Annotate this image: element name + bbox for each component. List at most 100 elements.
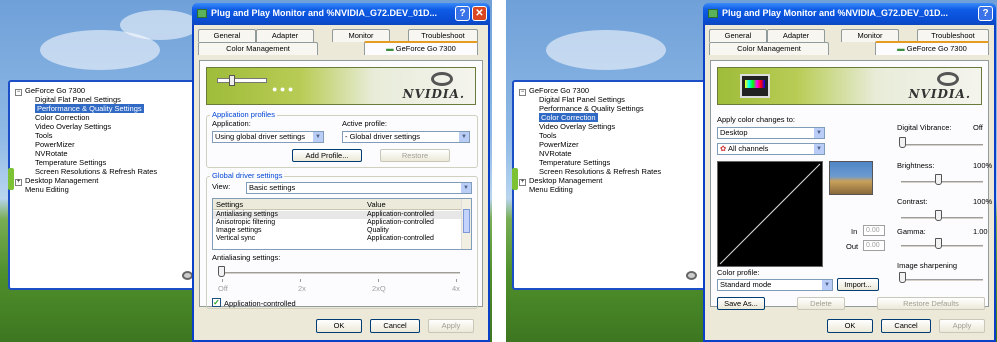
tree-item-digital-flat-panel[interactable]: Digital Flat Panel Settings — [539, 95, 625, 104]
tree-item-performance-quality[interactable]: Performance & Quality Settings — [539, 104, 644, 113]
collapse-icon[interactable]: − — [519, 89, 526, 96]
tree-menu-editing[interactable]: Menu Editing — [25, 185, 69, 194]
tree-item-screen-resolutions[interactable]: Screen Resolutions & Refresh Rates — [539, 167, 661, 176]
application-select[interactable]: Using global driver settings ▼ — [212, 131, 324, 143]
chevron-down-icon[interactable]: ▼ — [458, 132, 469, 142]
tree-item-video-overlay[interactable]: Video Overlay Settings — [539, 122, 615, 131]
apply-button[interactable]: Apply — [428, 319, 474, 333]
gamma-knob[interactable] — [935, 238, 942, 249]
image-sharpening-slider[interactable] — [901, 279, 983, 281]
nvidia-banner: ● ● ● NVIDIA. — [206, 67, 476, 105]
help-button[interactable]: ? — [978, 6, 993, 21]
header-value[interactable]: Value — [367, 200, 386, 209]
tree-item-nvrotate[interactable]: NVRotate — [35, 149, 68, 158]
expand-icon[interactable]: + — [15, 179, 22, 186]
gamma-slider[interactable] — [901, 245, 983, 247]
add-profile-button[interactable]: Add Profile... — [292, 149, 362, 162]
tab-adapter[interactable]: Adapter — [767, 29, 825, 42]
restore-button[interactable]: Restore — [380, 149, 450, 162]
tab-geforce[interactable]: ▬ GeForce Go 7300 — [364, 41, 478, 55]
application-profiles-title: Application profiles — [210, 110, 277, 119]
tree-item-powermizer[interactable]: PowerMizer — [35, 140, 75, 149]
title-bar[interactable]: Plug and Play Monitor and %NVIDIA_G72.DE… — [703, 3, 996, 25]
tab-color-management[interactable]: Color Management — [709, 42, 829, 55]
tab-general[interactable]: General — [709, 29, 767, 42]
tree-item-tools[interactable]: Tools — [35, 131, 53, 140]
color-curve — [719, 163, 821, 265]
image-sharpening-knob[interactable] — [899, 272, 906, 283]
tab-color-management[interactable]: Color Management — [198, 42, 318, 55]
brightness-slider[interactable] — [901, 181, 983, 183]
close-button[interactable]: ✕ — [472, 6, 487, 21]
tab-adapter[interactable]: Adapter — [256, 29, 314, 42]
tree-item-temperature[interactable]: Temperature Settings — [35, 158, 106, 167]
tick-2xq: 2xQ — [372, 284, 386, 293]
expand-icon[interactable]: + — [519, 179, 526, 186]
slider-graphic — [217, 78, 267, 83]
list-scrollbar[interactable] — [461, 199, 471, 249]
ok-button[interactable]: OK — [316, 319, 362, 333]
display-properties-window: Plug and Play Monitor and %NVIDIA_G72.DE… — [703, 3, 996, 342]
tree-item-screen-resolutions[interactable]: Screen Resolutions & Refresh Rates — [35, 167, 157, 176]
tree-item-color-correction[interactable]: Color Correction — [539, 113, 598, 122]
save-as-button[interactable]: Save As... — [717, 297, 765, 310]
tree-menu-editing[interactable]: Menu Editing — [529, 185, 573, 194]
help-button[interactable]: ? — [455, 6, 470, 21]
color-profile-select[interactable]: Standard mode ▼ — [717, 279, 833, 291]
header-settings[interactable]: Settings — [216, 200, 243, 209]
digital-vibrance-knob[interactable] — [899, 137, 906, 148]
chevron-down-icon[interactable]: ▼ — [821, 280, 832, 290]
contrast-knob[interactable] — [935, 210, 942, 221]
tree-item-video-overlay[interactable]: Video Overlay Settings — [35, 122, 111, 131]
collapse-icon[interactable]: − — [15, 89, 22, 96]
out-label: Out — [846, 242, 859, 251]
scrollbar-thumb[interactable] — [463, 209, 470, 233]
cancel-button[interactable]: Cancel — [370, 319, 420, 333]
list-row[interactable]: Image settings Quality — [213, 227, 461, 235]
application-controlled-checkbox[interactable]: ✓ — [212, 298, 221, 307]
delete-button[interactable]: Delete — [797, 297, 845, 310]
title-bar[interactable]: Plug and Play Monitor and %NVIDIA_G72.DE… — [192, 3, 490, 25]
antialiasing-slider-track[interactable] — [220, 272, 460, 274]
list-row[interactable]: Anisotropic filtering Application-control… — [213, 219, 461, 227]
tree-item-color-correction[interactable]: Color Correction — [35, 113, 90, 122]
chevron-down-icon[interactable]: ▼ — [813, 128, 824, 138]
tab-geforce[interactable]: ▬ GeForce Go 7300 — [875, 41, 989, 55]
import-button[interactable]: Import... — [837, 278, 879, 291]
tree-item-tools[interactable]: Tools — [539, 131, 557, 140]
digital-vibrance-slider[interactable] — [901, 144, 983, 146]
nvidia-tray-icon[interactable] — [686, 271, 697, 280]
in-field[interactable]: 0.00 — [863, 225, 885, 236]
ok-button[interactable]: OK — [827, 319, 873, 333]
tree-item-nvrotate[interactable]: NVRotate — [539, 149, 572, 158]
tree-item-powermizer[interactable]: PowerMizer — [539, 140, 579, 149]
chevron-down-icon[interactable]: ▼ — [460, 183, 471, 193]
restore-defaults-button[interactable]: Restore Defaults — [877, 297, 985, 310]
list-row[interactable]: Antialiasing settings Application-control… — [213, 211, 461, 219]
tree-item-performance-quality[interactable]: Performance & Quality Settings — [35, 104, 144, 113]
tree-item-digital-flat-panel[interactable]: Digital Flat Panel Settings — [35, 95, 121, 104]
cancel-button[interactable]: Cancel — [881, 319, 931, 333]
gamma-label: Gamma: — [897, 227, 926, 236]
tree-item-temperature[interactable]: Temperature Settings — [539, 158, 610, 167]
contrast-slider[interactable] — [901, 217, 983, 219]
list-row[interactable]: Vertical sync Application-controlled — [213, 235, 461, 243]
chevron-down-icon[interactable]: ▼ — [312, 132, 323, 142]
panel-grip-handle[interactable] — [512, 168, 518, 190]
view-select[interactable]: Basic settings ▼ — [246, 182, 472, 194]
active-profile-select[interactable]: - Global driver settings ▼ — [342, 131, 470, 143]
panel-grip-handle[interactable] — [8, 168, 14, 190]
chevron-down-icon[interactable]: ▼ — [813, 144, 824, 154]
apply-button[interactable]: Apply — [939, 319, 985, 333]
nvidia-eye-logo — [937, 72, 959, 86]
gamma-value: 1.00 — [973, 227, 988, 236]
tab-general[interactable]: General — [198, 29, 256, 42]
brightness-knob[interactable] — [935, 174, 942, 185]
antialiasing-slider-knob[interactable] — [218, 266, 225, 277]
color-curve-graph[interactable] — [717, 161, 823, 267]
apply-to-select[interactable]: Desktop ▼ — [717, 127, 825, 139]
channels-select[interactable]: ✿ All channels ▼ — [717, 143, 825, 155]
tick-4x: 4x — [452, 284, 460, 293]
out-field[interactable]: 0.00 — [863, 240, 885, 251]
nvidia-tab-icon: ▬ — [386, 44, 394, 53]
